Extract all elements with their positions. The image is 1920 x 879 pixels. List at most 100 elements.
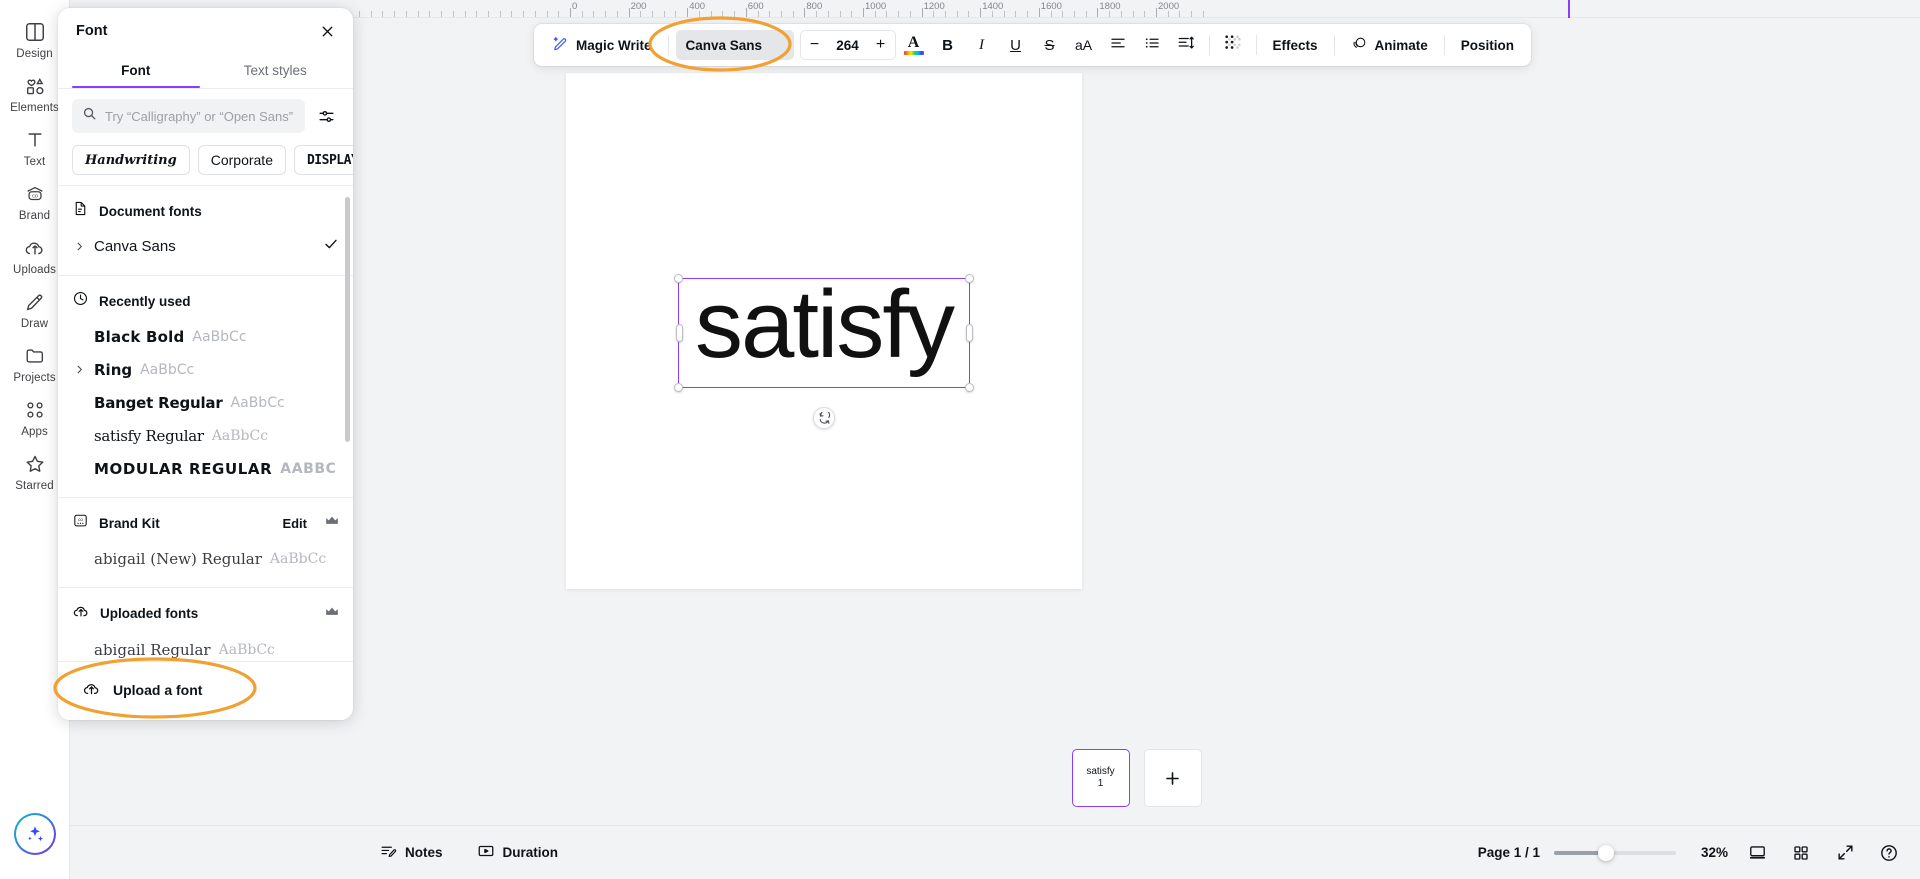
sidebar-label: Draw xyxy=(20,318,49,330)
help-icon[interactable] xyxy=(1874,838,1904,868)
search-input[interactable] xyxy=(105,108,295,124)
font-family-selector[interactable]: Canva Sans xyxy=(675,30,794,60)
bottom-right-controls: Page 1 / 1 32% xyxy=(1478,838,1904,868)
ruler-tick-minor xyxy=(1015,11,1017,17)
sidebar-item-brand[interactable]: co Brand xyxy=(4,174,66,228)
resize-handle-top-right[interactable] xyxy=(965,274,974,283)
ruler-tick-minor xyxy=(710,11,712,17)
canvas-workspace[interactable]: satisfy satisfy 1 xyxy=(353,18,1920,825)
line-spacing-button[interactable] xyxy=(1170,29,1202,61)
chip-handwriting[interactable]: Handwriting xyxy=(72,145,190,175)
panel-scrollbar[interactable] xyxy=(345,197,350,442)
sidebar-label: Projects xyxy=(13,372,56,384)
font-sample: AaBbCc xyxy=(192,328,247,345)
increase-font-size-button[interactable]: + xyxy=(869,32,893,58)
text-case-button[interactable]: aA xyxy=(1068,29,1100,61)
zoom-slider[interactable] xyxy=(1554,844,1676,861)
font-family-value: Canva Sans xyxy=(685,37,763,53)
close-icon[interactable] xyxy=(313,17,341,45)
sidebar-item-apps[interactable]: Apps xyxy=(4,390,66,444)
strikethrough-button[interactable]: S xyxy=(1034,29,1066,61)
divider xyxy=(1333,35,1335,55)
edit-brand-kit-button[interactable]: Edit xyxy=(282,516,307,531)
ruler-tick-minor xyxy=(663,11,665,17)
ruler-tick-minor xyxy=(652,11,654,17)
sidebar-item-uploads[interactable]: Uploads xyxy=(4,228,66,282)
font-row-abigail-new-regular[interactable]: abigail (New) Regular AaBbCc xyxy=(58,542,353,575)
font-list-scroll[interactable]: Document fonts Canva Sans Recently used … xyxy=(58,185,353,661)
underline-button[interactable]: U xyxy=(1000,29,1032,61)
resize-handle-middle-left[interactable] xyxy=(675,324,683,342)
resize-handle-top-left[interactable] xyxy=(674,274,683,283)
font-row-abigail-regular[interactable]: abigail Regular AaBbCc xyxy=(58,633,353,661)
color-gradient-bar xyxy=(903,50,924,55)
ruler-tick-minor xyxy=(909,11,911,17)
font-row-canva-sans[interactable]: Canva Sans xyxy=(58,230,353,263)
resize-handle-bottom-right[interactable] xyxy=(965,383,974,392)
resize-handle-middle-right[interactable] xyxy=(965,324,973,342)
design-page[interactable]: satisfy xyxy=(566,73,1082,589)
add-page-button[interactable] xyxy=(1143,749,1202,807)
ruler-tick-minor xyxy=(429,11,431,17)
animate-button[interactable]: Animate xyxy=(1342,29,1437,61)
ruler-tick-minor xyxy=(839,11,841,17)
chevron-right-icon[interactable] xyxy=(72,241,86,252)
transparency-button[interactable] xyxy=(1217,29,1249,61)
align-button[interactable] xyxy=(1102,29,1134,61)
search-box[interactable] xyxy=(72,99,305,133)
magic-studio-button[interactable] xyxy=(14,813,56,855)
bold-button[interactable]: B xyxy=(932,29,964,61)
divider xyxy=(667,35,669,55)
sidebar-item-design[interactable]: Design xyxy=(4,12,66,66)
font-row-ring[interactable]: Ring AaBbCc xyxy=(58,353,353,386)
font-row-satisfy-regular[interactable]: satisfy Regular AaBbCc xyxy=(58,419,353,452)
decrease-font-size-button[interactable]: − xyxy=(803,32,827,58)
bullet-list-button[interactable] xyxy=(1136,29,1168,61)
chip-display[interactable]: DISPLAY xyxy=(293,145,353,175)
effects-button[interactable]: Effects xyxy=(1264,29,1327,61)
resize-handle-bottom-left[interactable] xyxy=(674,383,683,392)
tab-text-styles[interactable]: Text styles xyxy=(206,54,346,88)
tab-font[interactable]: Font xyxy=(66,54,206,88)
ruler-label: 200 xyxy=(630,1,647,12)
font-row-modular-regular[interactable]: MODULAR REGULAR AABBC xyxy=(58,452,353,485)
ruler-tick-minor xyxy=(1109,11,1111,17)
sidebar-item-projects[interactable]: Projects xyxy=(4,336,66,390)
sidebar-label: Elements xyxy=(10,102,59,114)
sidebar-item-text[interactable]: Text xyxy=(4,120,66,174)
effects-label: Effects xyxy=(1272,37,1318,53)
rotate-handle[interactable] xyxy=(813,407,835,429)
font-row-banget-regular[interactable]: Banget Regular AaBbCc xyxy=(58,386,353,419)
present-view-icon[interactable] xyxy=(1742,838,1772,868)
font-row-black-bold[interactable]: Black Bold AaBbCc xyxy=(58,320,353,353)
draw-icon xyxy=(23,290,47,314)
upload-a-font-button[interactable]: Upload a font xyxy=(70,670,341,710)
notes-button[interactable]: Notes xyxy=(372,837,451,869)
sidebar-item-elements[interactable]: Elements xyxy=(4,66,66,120)
ruler-tick-minor xyxy=(476,11,478,17)
horizontal-ruler[interactable]: 0 200 400 600 800 1000 1200 1400 1600 1800 2000 xyxy=(353,0,1920,18)
zoom-knob[interactable] xyxy=(1598,844,1614,861)
selected-text-element[interactable]: satisfy xyxy=(674,274,974,429)
underline-label: U xyxy=(1010,36,1021,54)
chip-corporate[interactable]: Corporate xyxy=(197,145,286,175)
grid-view-icon[interactable] xyxy=(1786,838,1816,868)
text-color-button[interactable]: A xyxy=(898,29,930,61)
align-icon xyxy=(1109,34,1127,57)
duration-button[interactable]: Duration xyxy=(469,836,567,869)
magic-write-button[interactable]: Magic Write xyxy=(542,29,661,61)
ruler-label: 400 xyxy=(689,1,706,12)
filter-icon[interactable] xyxy=(313,103,339,129)
section-title: Recently used xyxy=(99,293,191,309)
position-button[interactable]: Position xyxy=(1452,29,1523,61)
fullscreen-icon[interactable] xyxy=(1830,838,1860,868)
italic-button[interactable]: I xyxy=(966,29,998,61)
ruler-tick-minor xyxy=(1191,11,1193,17)
ruler-tick-minor xyxy=(593,11,595,17)
chevron-right-icon[interactable] xyxy=(72,364,86,375)
page-thumbnail-1[interactable]: satisfy 1 xyxy=(1071,749,1130,807)
ruler-tick-minor xyxy=(933,11,935,17)
font-size-input[interactable]: 264 xyxy=(827,38,869,53)
sidebar-item-starred[interactable]: Starred xyxy=(4,444,66,498)
sidebar-item-draw[interactable]: Draw xyxy=(4,282,66,336)
